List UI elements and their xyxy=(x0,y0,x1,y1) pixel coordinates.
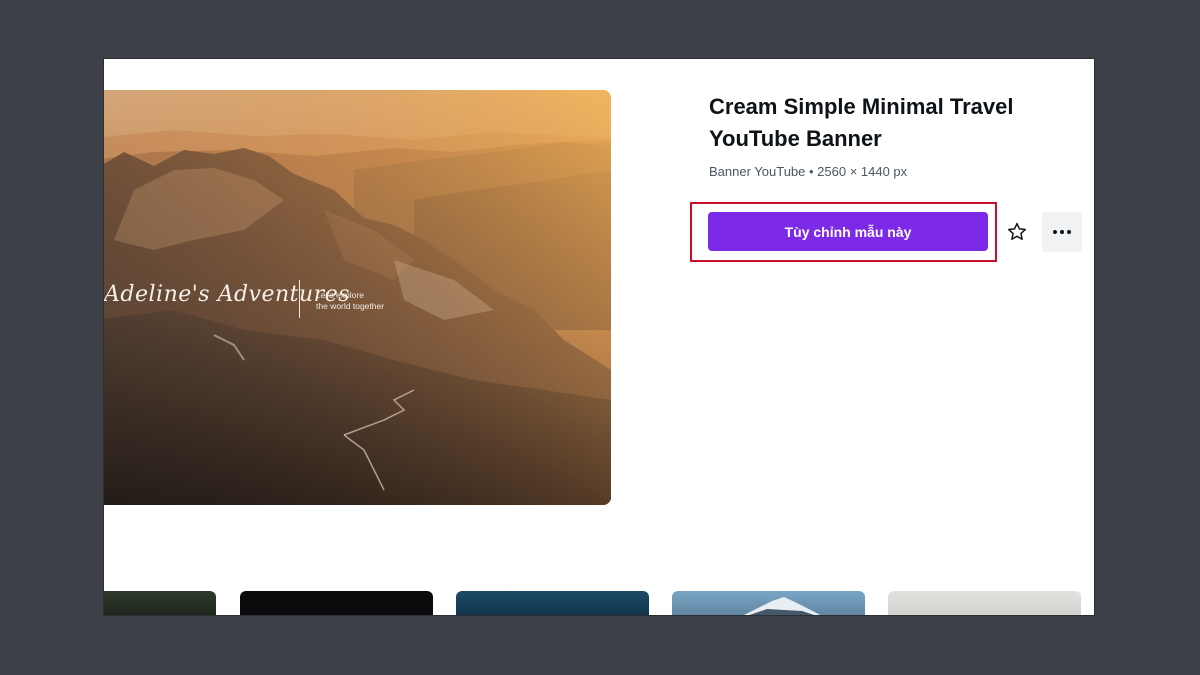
star-icon xyxy=(1008,222,1026,240)
customize-template-button[interactable]: Tùy chỉnh mẫu này xyxy=(708,212,988,251)
template-title: Cream Simple Minimal Travel YouTube Bann… xyxy=(709,94,1014,151)
banner-tagline: Let's explore the world together xyxy=(316,290,384,312)
more-horizontal-icon xyxy=(1053,230,1071,234)
template-preview[interactable]: Adeline's Adventures Let's explore the w… xyxy=(104,90,611,505)
favorite-button[interactable] xyxy=(998,212,1036,252)
template-detail-panel: Adeline's Adventures Let's explore the w… xyxy=(104,59,1094,615)
related-template-thumbnail-1[interactable] xyxy=(104,591,216,615)
snow-mountain-image xyxy=(744,597,821,615)
banner-tagline-line-2: the world together xyxy=(316,301,385,311)
related-template-thumbnail-5[interactable] xyxy=(888,591,1081,615)
template-meta: Banner YouTube • 2560 × 1440 px xyxy=(709,164,908,179)
banner-script-title: Adeline's Adventures xyxy=(104,282,351,307)
template-info: Cream Simple Minimal Travel YouTube Bann… xyxy=(709,91,1079,179)
related-template-thumbnail-2[interactable] xyxy=(240,591,433,615)
related-template-thumbnail-4[interactable] xyxy=(672,591,865,615)
banner-tagline-line-1: Let's explore xyxy=(316,290,364,300)
more-options-button[interactable] xyxy=(1042,212,1082,252)
banner-divider xyxy=(299,280,300,318)
related-template-thumbnail-3[interactable] xyxy=(456,591,649,615)
